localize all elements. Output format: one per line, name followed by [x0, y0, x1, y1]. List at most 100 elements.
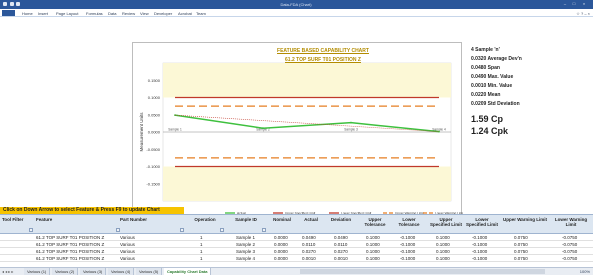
app-icon[interactable] [3, 2, 7, 6]
sheet-tab[interactable]: Various (2) [52, 268, 79, 275]
tab-acrobat[interactable]: Acrobat [178, 11, 192, 16]
cell-lower-tolerance[interactable]: -0.1000 [400, 256, 415, 261]
cell-part-number[interactable]: Various [120, 242, 135, 247]
cell-feature[interactable]: 61.2 TOP SURF T01 POSITION Z [36, 256, 104, 261]
cell-operation[interactable]: 1 [200, 242, 203, 247]
horizontal-scrollbar[interactable] [300, 269, 545, 274]
cell-actual[interactable]: 0.0270 [302, 249, 316, 254]
cell-feature[interactable]: 61.2 TOP SURF T01 POSITION Z [36, 249, 104, 254]
stat-mean: 0.0220 Mean [471, 92, 501, 98]
cell-upper-tolerance[interactable]: 0.1000 [366, 256, 380, 261]
cell-upper-tolerance[interactable]: 0.1000 [366, 249, 380, 254]
cell-lower-specified-limit[interactable]: -0.1000 [472, 235, 487, 240]
tab-insert[interactable]: Insert [38, 11, 48, 16]
filter-dropdown-icon[interactable] [29, 228, 33, 232]
cell-upper-warning-limit[interactable]: 0.0750 [514, 242, 528, 247]
sheet-nav-arrows[interactable]: ◂ ◂ ▸ ▸ [2, 269, 13, 274]
zoom-level[interactable]: 100% [580, 269, 590, 274]
cell-lower-tolerance[interactable]: -0.1000 [400, 235, 415, 240]
ribbon-right-controls[interactable]: ☆ ? – × [576, 11, 590, 16]
close-button[interactable]: × [581, 2, 587, 6]
table-row[interactable]: 61.2 TOP SURF T01 POSITION Z Various 1 Samp… [0, 255, 593, 262]
cell-actual[interactable]: 0.0110 [302, 242, 315, 247]
minimize-button[interactable]: – [562, 2, 568, 6]
file-tab[interactable] [2, 10, 15, 16]
cell-upper-specified-limit[interactable]: 0.1000 [436, 256, 450, 261]
cell-lower-tolerance[interactable]: -0.1000 [400, 242, 415, 247]
instruction-banner: Click on Down Arrow to select Feature & … [0, 207, 184, 214]
cell-lower-warning-limit[interactable]: -0.0750 [562, 235, 577, 240]
cell-upper-tolerance[interactable]: 0.1000 [366, 235, 380, 240]
cell-upper-warning-limit[interactable]: 0.0750 [514, 249, 528, 254]
cell-upper-warning-limit[interactable]: 0.0750 [514, 256, 528, 261]
cell-deviation[interactable]: 0.0270 [334, 249, 348, 254]
cell-deviation[interactable]: 0.0110 [334, 242, 347, 247]
filter-dropdown-icon[interactable] [116, 228, 120, 232]
cell-nominal[interactable]: 0.0000 [274, 235, 288, 240]
cell-sample-id[interactable]: Sample 3 [236, 249, 255, 254]
tab-data[interactable]: Data [108, 11, 116, 16]
cell-feature[interactable]: 61.2 TOP SURF T01 POSITION Z [36, 235, 104, 240]
cell-nominal[interactable]: 0.0000 [274, 249, 288, 254]
cell-deviation[interactable]: 0.0490 [334, 235, 348, 240]
sheet-tab[interactable]: Various (1) [24, 268, 51, 275]
cell-part-number[interactable]: Various [120, 256, 135, 261]
cell-lower-warning-limit[interactable]: -0.0750 [562, 242, 577, 247]
tab-view[interactable]: View [140, 11, 149, 16]
y-tick-label: 0.0500 [148, 112, 161, 117]
cell-feature[interactable]: 61.2 TOP SURF T01 POSITION Z [36, 242, 104, 247]
cell-sample-id[interactable]: Sample 4 [236, 256, 255, 261]
cell-upper-specified-limit[interactable]: 0.1000 [436, 249, 450, 254]
cell-actual[interactable]: 0.0490 [302, 235, 316, 240]
table-row[interactable]: 61.2 TOP SURF T01 POSITION Z Various 1 Samp… [0, 241, 593, 248]
cell-operation[interactable]: 1 [200, 235, 203, 240]
filter-dropdown-icon[interactable] [180, 228, 184, 232]
cell-lower-specified-limit[interactable]: -0.1000 [472, 242, 487, 247]
sheet-tab[interactable]: Various (5) [136, 268, 163, 275]
tab-formulas[interactable]: Formulas [86, 11, 103, 16]
table-row[interactable]: 61.2 TOP SURF T01 POSITION Z Various 1 Samp… [0, 248, 593, 255]
cell-upper-warning-limit[interactable]: 0.0750 [514, 235, 528, 240]
tab-team[interactable]: Team [196, 11, 206, 16]
cell-sample-id[interactable]: Sample 1 [236, 235, 255, 240]
cell-nominal[interactable]: 0.0000 [274, 242, 288, 247]
cell-operation[interactable]: 1 [200, 249, 203, 254]
capability-chart[interactable]: 0.1500 0.1000 0.0500 0.0000 -0.0500 -0.1000 -0… [132, 42, 463, 222]
col-feature: Feature [36, 217, 53, 222]
cell-actual[interactable]: 0.0010 [302, 256, 316, 261]
table-row[interactable]: 61.2 TOP SURF T01 POSITION Z Various 1 Samp… [0, 234, 593, 241]
stat-average-dev: 0.0320 Average Dev'n [471, 56, 522, 62]
window-title-bar: Data-FDA (Chart) – □ × [0, 0, 593, 9]
undo-icon[interactable] [16, 2, 20, 6]
y-tick-label: 0.1000 [148, 95, 161, 100]
cell-upper-specified-limit[interactable]: 0.1000 [436, 235, 450, 240]
cell-lower-specified-limit[interactable]: -0.1000 [472, 249, 487, 254]
cell-deviation[interactable]: 0.0010 [334, 256, 348, 261]
cell-upper-specified-limit[interactable]: 0.1000 [436, 242, 450, 247]
save-icon[interactable] [10, 2, 14, 6]
sheet-tab[interactable]: Capability Chart Data [164, 268, 212, 275]
cell-lower-warning-limit[interactable]: -0.0750 [562, 249, 577, 254]
cell-sample-id[interactable]: Sample 2 [236, 242, 255, 247]
stat-max: 0.0490 Max. Value [471, 74, 514, 80]
y-tick-label: 0.0000 [148, 130, 161, 135]
tab-developer[interactable]: Developer [154, 11, 172, 16]
filter-dropdown-icon[interactable] [262, 228, 266, 232]
sheet-tab[interactable]: Various (3) [80, 268, 107, 275]
cell-lower-warning-limit[interactable]: -0.0750 [562, 256, 577, 261]
stats-panel: 4 Sample 'n' 0.0320 Average Dev'n 0.0480… [463, 42, 593, 222]
cell-part-number[interactable]: Various [120, 249, 135, 254]
cell-nominal[interactable]: 0.0000 [274, 256, 288, 261]
tab-home[interactable]: Home [22, 11, 33, 16]
maximize-button[interactable]: □ [571, 2, 577, 6]
cell-lower-tolerance[interactable]: -0.1000 [400, 249, 415, 254]
tab-page-layout[interactable]: Page Layout [56, 11, 78, 16]
tab-review[interactable]: Review [122, 11, 135, 16]
cell-upper-tolerance[interactable]: 0.1000 [366, 242, 380, 247]
cell-operation[interactable]: 1 [200, 256, 203, 261]
cell-lower-specified-limit[interactable]: -0.1000 [472, 256, 487, 261]
col-deviation: Deviation [330, 217, 352, 222]
sheet-tab[interactable]: Various (4) [108, 268, 135, 275]
filter-dropdown-icon[interactable] [220, 228, 224, 232]
cell-part-number[interactable]: Various [120, 235, 135, 240]
